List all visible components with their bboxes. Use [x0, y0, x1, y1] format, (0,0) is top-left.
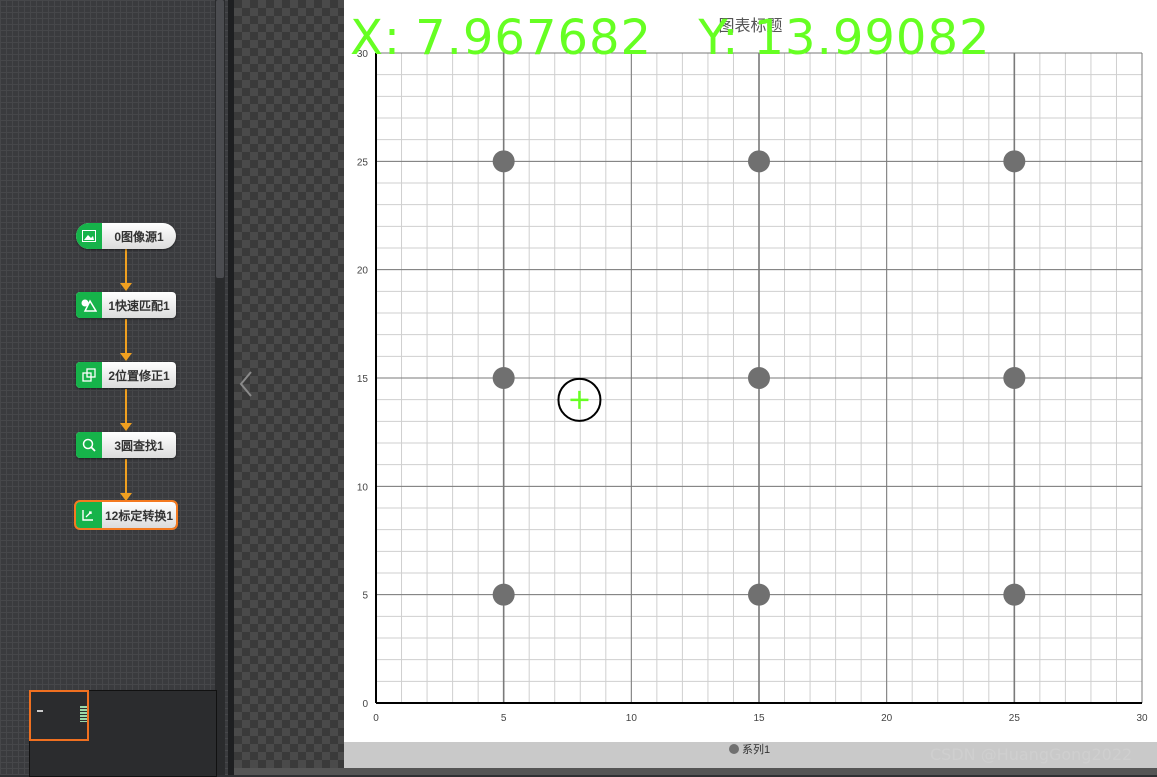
y-tick-label: 5: [362, 591, 368, 602]
flow-connector: [125, 389, 127, 423]
flow-connector: [125, 249, 127, 283]
minimap-node-mark: [37, 710, 43, 712]
x-tick-label: 15: [753, 713, 765, 724]
flow-node-label: 12标定转换1: [104, 508, 174, 523]
calibration-transform-icon: [76, 502, 102, 528]
flow-arrow: [120, 283, 132, 291]
flow-node-circle-find[interactable]: 3圆查找1: [76, 432, 176, 458]
data-point: [748, 367, 770, 389]
data-point: [492, 367, 515, 389]
x-label: X:: [350, 10, 402, 66]
flow-connector: [125, 459, 127, 493]
chevron-left-icon[interactable]: [236, 368, 256, 400]
flow-node-label: 0图像源1: [114, 229, 164, 244]
flow-node-calibration-transform[interactable]: 12标定转换1: [74, 500, 178, 530]
legend-swatch: [729, 744, 739, 754]
flow-node-label: 1快速匹配1: [108, 298, 170, 313]
y-tick-label: 0: [362, 699, 368, 710]
y-readout: Y: 13.99082: [698, 10, 990, 66]
x-tick-label: 30: [1136, 713, 1148, 724]
data-point: [1003, 583, 1026, 606]
chart-panel: 0 5 10 15 20 25 30 0 5 10 15 20 25 30: [344, 0, 1157, 768]
watermark: CSDN @HuangGong2022: [930, 745, 1133, 764]
coordinate-readout: X: 7.967682 Y: 13.99082: [350, 10, 1021, 66]
flow-node-image-source[interactable]: 0图像源1: [76, 223, 176, 249]
flow-scroll-thumb[interactable]: [216, 0, 224, 278]
y-label: Y:: [698, 10, 740, 66]
data-point: [748, 150, 770, 173]
chart-legend[interactable]: 系列1: [729, 742, 770, 756]
y-tick-label: 10: [357, 482, 369, 493]
legend-label: 系列1: [742, 744, 771, 756]
data-point: [1003, 367, 1026, 389]
data-point: [748, 583, 770, 606]
x-tick-label: 0: [373, 713, 379, 724]
y-tick-label: 25: [357, 157, 369, 168]
image-icon: [76, 223, 102, 249]
y-tick-label: 15: [357, 374, 369, 385]
x-tick-label: 10: [626, 713, 638, 724]
y-value: 13.99082: [753, 10, 991, 66]
data-point: [492, 150, 515, 173]
flow-arrow: [120, 423, 132, 431]
flow-arrow: [120, 493, 132, 501]
flow-node-label: 3圆查找1: [114, 438, 164, 453]
flow-arrow: [120, 353, 132, 361]
y-tick-label: 20: [357, 266, 369, 277]
data-point: [492, 583, 515, 606]
scatter-chart: 0 5 10 15 20 25 30051015202530: [357, 49, 1148, 724]
bottom-strip: [234, 768, 1157, 775]
circle-find-icon: [76, 432, 102, 458]
x-tick-label: 20: [881, 713, 893, 724]
flow-node-label: 2位置修正1: [108, 368, 170, 383]
flow-connector: [125, 319, 127, 353]
x-tick-label: 25: [1009, 713, 1021, 724]
x-readout: X: 7.967682: [350, 10, 652, 66]
minimap-node-mark: [80, 706, 87, 722]
flow-node-fast-match[interactable]: 1快速匹配1: [76, 292, 176, 318]
flow-node-position-fix[interactable]: 2位置修正1: [76, 362, 176, 388]
data-point: [1003, 150, 1026, 173]
x-tick-label: 5: [501, 713, 507, 724]
shapes-match-icon: [76, 292, 102, 318]
x-value: 7.967682: [415, 10, 653, 66]
position-fix-icon: [76, 362, 102, 388]
